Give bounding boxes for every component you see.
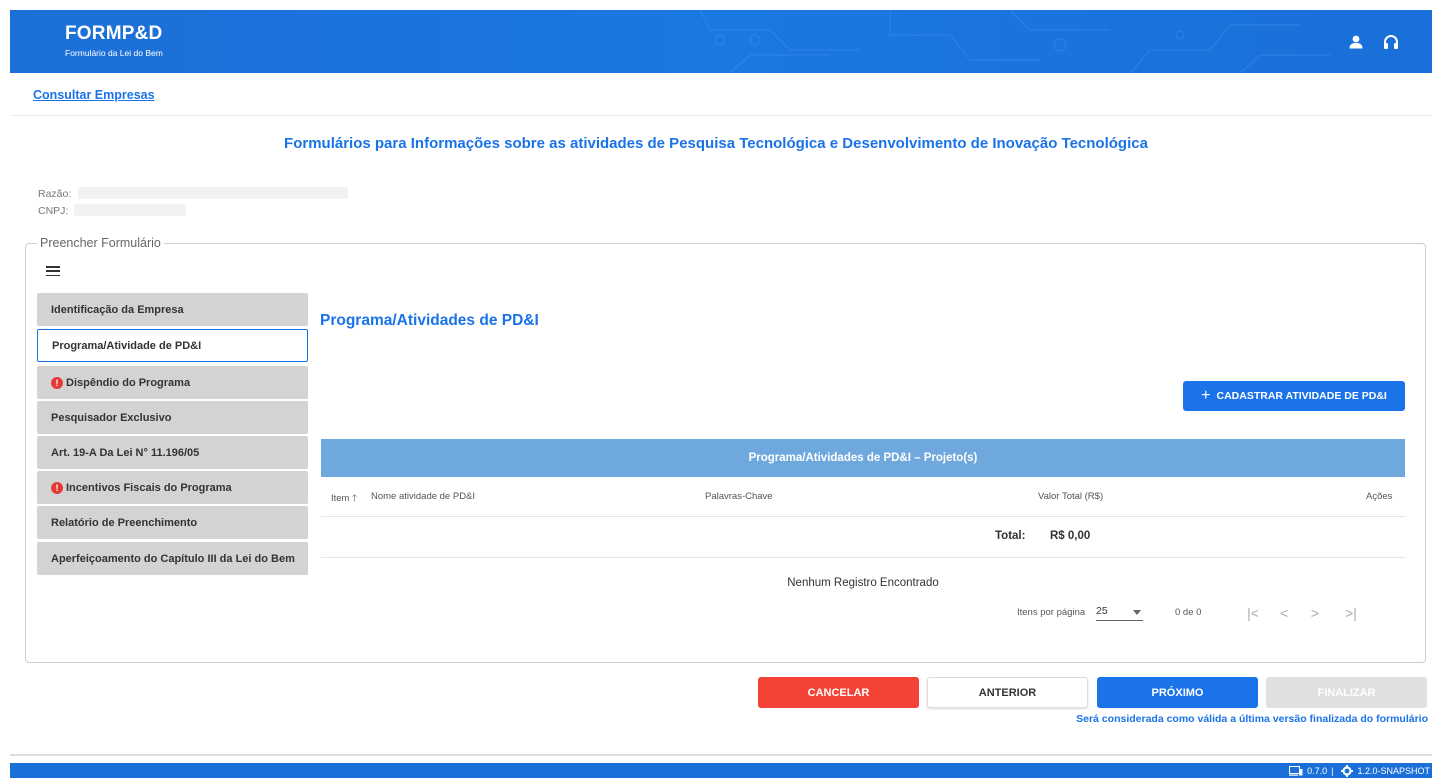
sidebar-item-pesquisador[interactable]: Pesquisador Exclusivo	[37, 401, 308, 434]
frontend-version: 0.7.0	[1307, 765, 1328, 776]
column-item[interactable]: Item 🡑	[331, 491, 357, 507]
sidebar-item-label: Incentivos Fiscais do Programa	[66, 481, 232, 494]
empty-message: Nenhum Registro Encontrado	[787, 577, 939, 589]
footer-bar: 0.7.0 | 1.2.0-SNAPSHOT	[10, 763, 1432, 778]
items-per-page-value: 25	[1096, 605, 1108, 617]
sidebar-item-dispendio[interactable]: ! Dispêndio do Programa	[37, 366, 308, 399]
sidebar-item-label: Relatório de Preenchimento	[51, 516, 198, 529]
sidebar-item-label: Aperfeiçoamento do Capítulo III da Lei d…	[51, 552, 295, 565]
page-range: 0 de 0	[1175, 607, 1202, 618]
first-page-button[interactable]: |<	[1242, 602, 1264, 624]
devices-icon	[1289, 765, 1303, 776]
cadastrar-label: CADASTRAR ATIVIDADE DE PD&I	[1216, 390, 1387, 402]
last-page-button[interactable]: >|	[1340, 602, 1362, 624]
section-title: Programa/Atividades de PD&I	[320, 312, 539, 329]
finish-button[interactable]: FINALIZAR	[1266, 677, 1427, 708]
prev-page-button[interactable]: <	[1273, 602, 1295, 624]
previous-button[interactable]: ANTERIOR	[927, 677, 1088, 708]
top-bar: FORMP&D Formulário da Lei do Bem	[10, 10, 1432, 73]
sidebar-item-label: Pesquisador Exclusivo	[51, 411, 172, 424]
divider	[10, 115, 1432, 116]
sidebar-item-incentivos[interactable]: ! Incentivos Fiscais do Programa	[37, 471, 308, 504]
cadastrar-atividade-button[interactable]: + CADASTRAR ATIVIDADE DE PD&I	[1183, 381, 1405, 411]
backend-version: 1.2.0-SNAPSHOT	[1357, 765, 1430, 776]
menu-icon[interactable]	[46, 266, 60, 277]
brand-subtitle: Formulário da Lei do Bem	[65, 48, 163, 58]
column-item-label: Item	[331, 493, 350, 504]
sidebar-item-label: Identificação da Empresa	[51, 303, 184, 316]
column-acoes: Ações	[1366, 491, 1393, 502]
gear-icon	[1341, 764, 1354, 777]
sidebar-item-label: Programa/Atividade de PD&I	[52, 339, 202, 352]
sidebar-item-relatorio[interactable]: Relatório de Preenchimento	[37, 506, 308, 539]
cnpj-value-redacted	[74, 204, 186, 216]
sidebar-item-identificacao[interactable]: Identificação da Empresa	[37, 293, 308, 326]
sidebar-item-programa[interactable]: Programa/Atividade de PD&I	[37, 329, 308, 362]
sidebar-item-label: Dispêndio do Programa	[66, 376, 191, 389]
sidebar-item-art19a[interactable]: Art. 19-A Da Lei N° 11.196/05	[37, 436, 308, 469]
headset-icon[interactable]	[1381, 32, 1401, 52]
page-title: Formulários para Informações sobre as at…	[284, 135, 1148, 152]
column-valor-total: Valor Total (R$)	[1038, 491, 1104, 502]
total-label: Total:	[995, 530, 1026, 542]
sort-arrow-up-icon: 🡑	[352, 493, 358, 504]
footer-divider	[10, 754, 1432, 756]
column-nome: Nome atividade de PD&I	[371, 491, 476, 502]
table-header: Programa/Atividades de PD&I – Projeto(s)	[321, 439, 1405, 477]
next-page-button[interactable]: >	[1304, 602, 1326, 624]
items-per-page-label: Itens por página	[1017, 607, 1086, 618]
caret-down-icon	[1133, 610, 1141, 615]
error-icon: !	[51, 481, 63, 494]
sidebar-item-label: Art. 19-A Da Lei N° 11.196/05	[51, 446, 200, 459]
row-divider	[321, 516, 1405, 517]
sidebar-item-aperfeicoamento[interactable]: Aperfeiçoamento do Capítulo III da Lei d…	[37, 542, 308, 575]
version-separator: |	[1331, 765, 1334, 776]
total-value: R$ 0,00	[1050, 530, 1091, 542]
razao-label: Razão:	[38, 188, 72, 200]
consultar-empresas-link[interactable]: Consultar Empresas	[33, 88, 155, 102]
error-icon: !	[51, 376, 63, 389]
next-button[interactable]: PRÓXIMO	[1097, 677, 1258, 708]
brand-title: FORMP&D	[65, 23, 163, 44]
circuit-background	[699, 10, 1330, 73]
finalization-notice: Será considerada como válida a última ve…	[1076, 713, 1428, 725]
column-palavras-chave: Palavras-Chave	[705, 491, 773, 502]
cnpj-label: CNPJ:	[38, 205, 69, 217]
form-legend: Preencher Formulário	[37, 236, 164, 250]
cancel-button[interactable]: CANCELAR	[758, 677, 919, 708]
razao-value-redacted	[78, 187, 348, 199]
row-divider	[321, 557, 1405, 558]
user-icon[interactable]	[1346, 32, 1366, 52]
items-per-page-select[interactable]: 25	[1096, 605, 1143, 621]
plus-icon: +	[1201, 387, 1211, 404]
